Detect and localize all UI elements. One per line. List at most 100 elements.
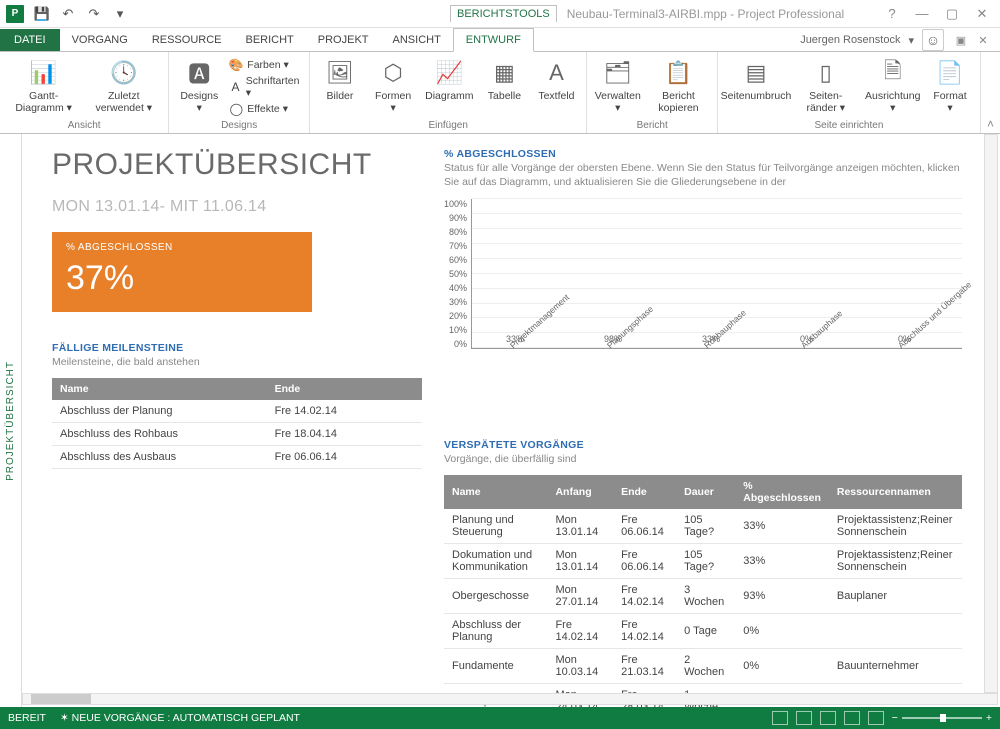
designs-icon: 🅰	[183, 57, 215, 89]
late-tasks-table[interactable]: NameAnfangEndeDauer% AbgeschlossenRessou…	[444, 475, 962, 707]
milestones-sub: Meilensteine, die bald anstehen	[52, 356, 422, 370]
effects-button[interactable]: ◯Effekte ▾	[227, 101, 303, 117]
group-label-ansicht: Ansicht	[6, 118, 162, 131]
main-area: PROJEKTÜBERSICHT PROJEKTÜBERSICHT MON 13…	[0, 134, 1000, 707]
milestones-col-name: Name	[52, 378, 267, 400]
recently-used-button[interactable]: 🕓Zuletzt verwendet ▾	[85, 55, 162, 118]
shapes-icon: ⬡	[377, 57, 409, 89]
orientation-icon: 🗎	[877, 57, 909, 89]
gantt-diagram-button[interactable]: 📊Gantt- Diagramm ▾	[6, 55, 81, 118]
recent-icon: 🕓	[108, 57, 140, 89]
table-button[interactable]: ▦Tabelle	[480, 55, 528, 118]
app-icon: P	[6, 5, 24, 23]
pct-complete-chart[interactable]: 100%90%80%70%60%50%40%30%20%10%0% 33%98%…	[444, 199, 962, 399]
colors-icon: 🎨	[229, 58, 243, 72]
statusbar: BEREIT ✶ NEUE VORGÄNGE : AUTOMATISCH GEP…	[0, 707, 1000, 729]
document-title: Neubau-Terminal3-AIRBI.mpp - Project Pro…	[567, 7, 844, 21]
pct-sub: Status für alle Vorgänge der obersten Eb…	[444, 162, 962, 189]
close-icon[interactable]: ✕	[970, 4, 994, 24]
tab-ressource[interactable]: RESSOURCE	[140, 29, 234, 51]
table-row[interactable]: ObergeschosseMon 27.01.14Fre 14.02.143 W…	[444, 578, 962, 613]
format-button[interactable]: 📄Format ▾	[926, 55, 974, 118]
manage-icon: 🗂	[602, 57, 634, 89]
milestones-col-end: Ende	[267, 378, 422, 400]
table-row[interactable]: Abschluss der PlanungFre 14.02.14	[52, 400, 422, 423]
table-row[interactable]: Planung und SteuerungMon 13.01.14Fre 06.…	[444, 509, 962, 544]
group-label-einfuegen: Einfügen	[316, 118, 580, 131]
milestones-heading: FÄLLIGE MEILENSTEINE	[52, 342, 422, 354]
restore-down-icon[interactable]: ▣	[952, 31, 970, 49]
pictures-icon: 🖼	[324, 57, 356, 89]
pictures-button[interactable]: 🖼Bilder	[316, 55, 364, 118]
fonts-button[interactable]: ASchriftarten ▾	[227, 74, 303, 100]
tab-entwurf[interactable]: ENTWURF	[453, 28, 534, 52]
help-icon[interactable]: ?	[880, 4, 904, 24]
date-range: MON 13.01.14- MIT 11.06.14	[52, 198, 422, 216]
table-row[interactable]: Abschluss des RohbausFre 18.04.14	[52, 422, 422, 445]
milestones-table[interactable]: Name Ende Abschluss der PlanungFre 14.02…	[52, 378, 422, 469]
group-label-bericht: Bericht	[593, 118, 710, 131]
group-label-designs: Designs	[175, 118, 303, 131]
kpi-label: % ABGESCHLOSSEN	[66, 242, 298, 253]
contextual-tab-group: BERICHTSTOOLS	[450, 5, 557, 22]
tab-ansicht[interactable]: ANSICHT	[381, 29, 453, 51]
user-dropdown-icon[interactable]: ▾	[908, 34, 914, 47]
user-name[interactable]: Juergen Rosenstock	[800, 34, 900, 46]
file-tab[interactable]: DATEI	[0, 29, 60, 51]
avatar[interactable]: ☺	[922, 29, 944, 51]
group-label-seite: Seite einrichten	[724, 118, 974, 131]
copy-icon: 📋	[663, 57, 695, 89]
minimize-icon[interactable]: —	[910, 4, 934, 24]
kpi-complete-box[interactable]: % ABGESCHLOSSEN 37%	[52, 232, 312, 312]
redo-icon[interactable]: ↷	[84, 4, 104, 24]
save-icon[interactable]: 💾	[32, 4, 52, 24]
view-shortcut-4-icon[interactable]	[844, 711, 860, 725]
ribbon: 📊Gantt- Diagramm ▾ 🕓Zuletzt verwendet ▾ …	[0, 52, 1000, 134]
close-doc-icon[interactable]: ✕	[974, 31, 992, 49]
table-row[interactable]: FundamenteMon 10.03.14Fre 21.03.142 Woch…	[444, 648, 962, 683]
ribbon-tabs: DATEI VORGANG RESSOURCE BERICHT PROJEKT …	[0, 28, 1000, 52]
maximize-icon[interactable]: ▢	[940, 4, 964, 24]
collapse-ribbon-icon[interactable]: ˄	[981, 115, 1000, 133]
format-icon: 📄	[934, 57, 966, 89]
chart-icon: 📈	[433, 57, 465, 89]
margins-icon: ▯	[810, 57, 842, 89]
status-ready: BEREIT	[8, 712, 46, 724]
report-canvas[interactable]: PROJEKTÜBERSICHT MON 13.01.14- MIT 11.06…	[22, 134, 1000, 707]
late-sub: Vorgänge, die überfällig sind	[444, 453, 962, 467]
zoom-in-icon[interactable]: +	[986, 712, 992, 724]
view-shortcut-5-icon[interactable]	[868, 711, 884, 725]
pct-heading: % ABGESCHLOSSEN	[444, 148, 962, 160]
view-shortcut-1-icon[interactable]	[772, 711, 788, 725]
page-break-button[interactable]: ▤Seitenumbruch	[724, 55, 788, 118]
tab-vorgang[interactable]: VORGANG	[60, 29, 140, 51]
qat-dropdown-icon[interactable]: ▾	[110, 4, 130, 24]
table-row[interactable]: Dokumation und KommunikationMon 13.01.14…	[444, 543, 962, 578]
orientation-button[interactable]: 🗎Ausrichtung ▾	[863, 55, 922, 118]
margins-button[interactable]: ▯Seiten- ränder ▾	[792, 55, 859, 118]
colors-button[interactable]: 🎨Farben ▾	[227, 57, 303, 73]
shapes-button[interactable]: ⬡Formen ▾	[368, 55, 418, 118]
chart-button[interactable]: 📈Diagramm	[422, 55, 476, 118]
fonts-icon: A	[229, 80, 241, 94]
tab-bericht[interactable]: BERICHT	[234, 29, 306, 51]
zoom-out-icon[interactable]: −	[892, 712, 898, 724]
titlebar: P 💾 ↶ ↷ ▾ BERICHTSTOOLS Neubau-Terminal3…	[0, 0, 1000, 28]
h-scrollbar[interactable]	[22, 693, 998, 705]
view-shortcut-3-icon[interactable]	[820, 711, 836, 725]
table-row[interactable]: Abschluss der PlanungFre 14.02.14Fre 14.…	[444, 613, 962, 648]
status-schedule-mode[interactable]: ✶ NEUE VORGÄNGE : AUTOMATISCH GEPLANT	[60, 712, 300, 724]
gantt-icon: 📊	[28, 57, 60, 89]
designs-button[interactable]: 🅰Designs ▾	[175, 55, 223, 118]
view-shortcut-2-icon[interactable]	[796, 711, 812, 725]
tab-projekt[interactable]: PROJEKT	[306, 29, 381, 51]
view-side-tab[interactable]: PROJEKTÜBERSICHT	[0, 134, 22, 707]
kpi-value: 37%	[66, 259, 298, 298]
undo-icon[interactable]: ↶	[58, 4, 78, 24]
manage-button[interactable]: 🗂Verwalten ▾	[593, 55, 642, 118]
quick-access-toolbar: 💾 ↶ ↷ ▾	[32, 4, 130, 24]
zoom-slider[interactable]: − +	[892, 712, 992, 724]
copy-report-button[interactable]: 📋Bericht kopieren	[646, 55, 711, 118]
textbox-button[interactable]: ATextfeld	[532, 55, 580, 118]
table-row[interactable]: Abschluss des AusbausFre 06.06.14	[52, 445, 422, 468]
